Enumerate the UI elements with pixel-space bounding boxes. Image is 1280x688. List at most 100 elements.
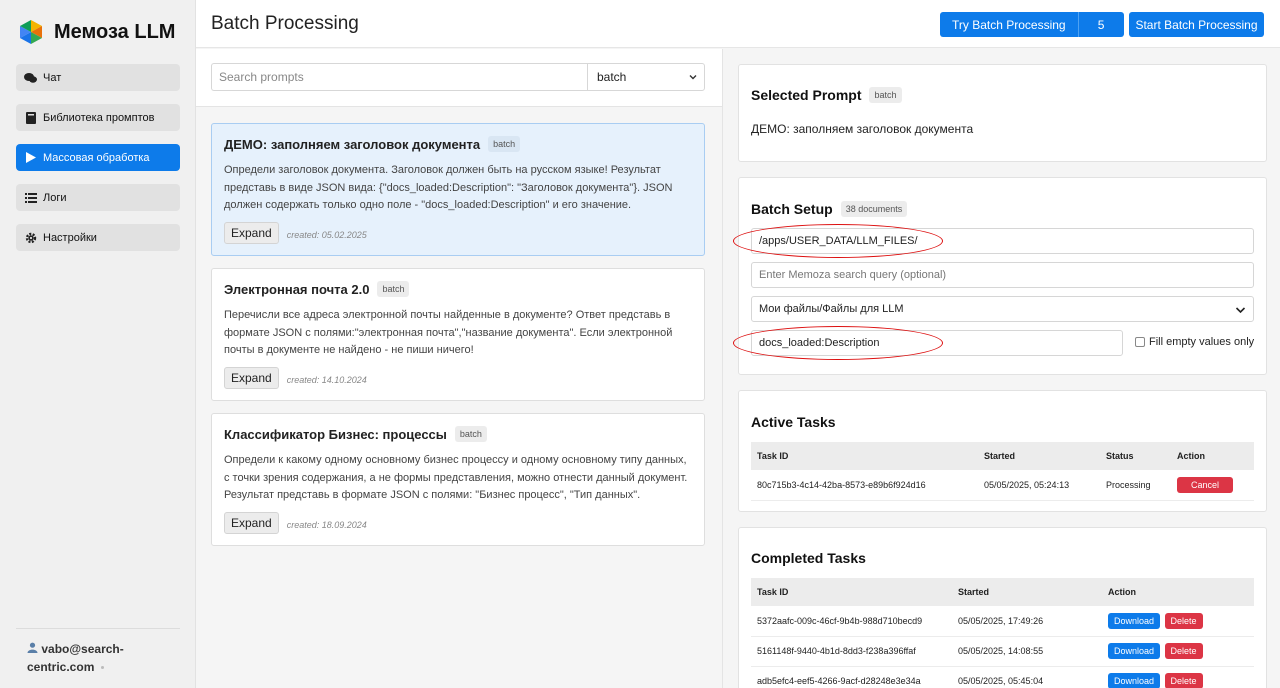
document-count-badge: 38 documents: [840, 201, 908, 217]
active-tasks-panel: Active Tasks Task ID Started Status Acti…: [738, 390, 1267, 512]
cancel-button[interactable]: Cancel: [1177, 476, 1234, 493]
column-header: Action: [1102, 578, 1254, 606]
sidebar-item-chat[interactable]: Чат: [16, 64, 180, 91]
column-header: Task ID: [751, 442, 978, 470]
completed-tasks-heading: Completed Tasks: [751, 550, 866, 566]
prompt-tag-badge: batch: [377, 281, 410, 297]
batch-details-panel: Selected Prompt batch ДЕМО: заполняем за…: [722, 49, 1280, 688]
selected-prompt-panel: Selected Prompt batch ДЕМО: заполняем за…: [738, 64, 1267, 162]
page-header: Batch Processing Try Batch Processing 5 …: [196, 0, 1280, 48]
task-started: 05/05/2025, 17:49:26: [952, 606, 1102, 637]
prompt-card-text: Перечисли все адреса электронной почты н…: [224, 309, 673, 357]
prompt-title-text: ДЕМО: заполняем заголовок документа: [224, 136, 481, 152]
download-button[interactable]: Download: [1108, 673, 1161, 688]
start-batch-button[interactable]: Start Batch Processing: [1129, 12, 1264, 37]
prompt-tag-badge: batch: [488, 136, 521, 152]
user-icon: [27, 642, 41, 656]
logo-icon: [20, 20, 42, 44]
try-count-badge[interactable]: 5: [1078, 12, 1124, 37]
task-id: 80c715b3-4c14-42ba-8573-e89b6f924d16: [751, 470, 978, 501]
fill-empty-option[interactable]: Fill empty values only: [1135, 336, 1254, 348]
task-actions: Download Delete: [1102, 636, 1254, 667]
expand-button[interactable]: Expand: [224, 511, 279, 534]
prompt-card-footer: Expand created: 05.02.2025: [224, 221, 692, 244]
fill-empty-label: Fill empty values only: [1149, 336, 1255, 348]
list-icon: [24, 191, 37, 204]
prompt-card[interactable]: ДЕМО: заполняем заголовок документа batc…: [211, 123, 705, 256]
chat-icon: [24, 71, 37, 84]
selected-prompt-heading: Selected Prompt batch: [751, 87, 902, 103]
filter-select[interactable]: batch: [587, 63, 705, 91]
sidebar-item-batch-processing[interactable]: Массовая обработка: [16, 144, 180, 171]
brand[interactable]: Мемоза LLM: [18, 18, 175, 46]
table-row: adb5efc4-eef5-4266-9acf-d28248e3e34a 05/…: [751, 666, 1254, 688]
table-header: Task ID Started Action: [751, 578, 1254, 606]
field-name-input[interactable]: docs_loaded:Description: [751, 330, 1123, 356]
selected-prompt-name: ДЕМО: заполняем заголовок документа: [751, 122, 974, 136]
sidebar-item-logs[interactable]: Логи: [16, 184, 180, 211]
created-date: created: 14.10.2024: [286, 374, 367, 385]
page-title: Batch Processing: [211, 13, 359, 34]
column-header: Started: [978, 442, 1100, 470]
sidebar-item-label: Библиотека промптов: [43, 111, 155, 124]
task-actions: Download Delete: [1102, 606, 1254, 637]
task-status: Processing: [1100, 470, 1171, 501]
prompt-card-title: Электронная почта 2.0 batch: [224, 281, 692, 297]
expand-button[interactable]: Expand: [224, 221, 279, 244]
completed-tasks-panel: Completed Tasks Task ID Started Action 5…: [738, 527, 1267, 688]
sidebar-item-label: Чат: [43, 71, 62, 84]
prompt-search-bar: Search prompts batch: [196, 49, 722, 107]
expand-button[interactable]: Expand: [224, 366, 279, 389]
sidebar-item-settings[interactable]: Настройки: [16, 224, 180, 251]
table-header: Task ID Started Status Action: [751, 442, 1254, 470]
task-id: 5161148f-9440-4b1d-8dd3-f238a396ffaf: [751, 636, 952, 667]
created-date: created: 05.02.2025: [286, 229, 367, 240]
column-header: Task ID: [751, 578, 952, 606]
download-button[interactable]: Download: [1108, 612, 1161, 629]
prompt-card-footer: Expand created: 18.09.2024: [224, 511, 692, 534]
column-header: Status: [1100, 442, 1171, 470]
table-row: 5161148f-9440-4b1d-8dd3-f238a396ffaf 05/…: [751, 636, 1254, 667]
user-email: vabo@search-centric.com: [27, 642, 124, 674]
prompt-card[interactable]: Классификатор Бизнес: процессы batch Опр…: [211, 413, 705, 546]
sidebar-item-label: Настройки: [43, 231, 97, 244]
table-row: 80c715b3-4c14-42ba-8573-e89b6f924d16 05/…: [751, 470, 1254, 501]
delete-button[interactable]: Delete: [1164, 612, 1203, 629]
task-started: 05/05/2025, 14:08:55: [952, 636, 1102, 667]
task-id: adb5efc4-eef5-4266-9acf-d28248e3e34a: [751, 666, 952, 688]
delete-button[interactable]: Delete: [1164, 643, 1203, 659]
gear-icon: [24, 231, 37, 244]
task-actions: Download Delete: [1102, 666, 1254, 688]
search-query-input[interactable]: Enter Memoza search query (optional): [751, 262, 1254, 288]
search-input[interactable]: Search prompts: [211, 63, 589, 91]
status-dot: [101, 666, 105, 670]
prompt-card-footer: Expand created: 14.10.2024: [224, 366, 692, 389]
try-batch-button[interactable]: Try Batch Processing: [940, 12, 1079, 37]
folder-select[interactable]: Мои файлы/Файлы для LLM: [751, 296, 1254, 322]
task-id: 5372aafc-009c-46cf-9b4b-988d710becd9: [751, 606, 952, 637]
delete-button[interactable]: Delete: [1164, 673, 1203, 688]
prompt-card-title: Классификатор Бизнес: процессы batch: [224, 426, 692, 442]
prompt-card[interactable]: Электронная почта 2.0 batch Перечисли вс…: [211, 268, 705, 401]
try-batch-group: Try Batch Processing 5: [940, 12, 1124, 37]
column-header: Action: [1171, 442, 1254, 470]
path-input[interactable]: /apps/USER_DATA/LLM_FILES/: [751, 228, 1254, 254]
user-account[interactable]: vabo@search-centric.com: [27, 640, 177, 676]
folder-value: Мои файлы/Файлы для LLM: [759, 303, 904, 315]
prompt-tag-badge: batch: [454, 426, 487, 442]
column-header: Started: [952, 578, 1102, 606]
completed-tasks-table: Task ID Started Action 5372aafc-009c-46c…: [751, 578, 1254, 688]
prompt-list-panel: Search prompts batch ДЕМО: заполняем заг…: [196, 49, 722, 688]
sidebar-item-prompt-library[interactable]: Библиотека промптов: [16, 104, 180, 131]
download-button[interactable]: Download: [1108, 643, 1161, 659]
chevron-down-icon: [689, 75, 697, 80]
active-tasks-heading: Active Tasks: [751, 414, 836, 430]
prompt-title-text: Классификатор Бизнес: процессы: [224, 426, 447, 442]
task-action: Cancel: [1171, 470, 1254, 501]
task-started: 05/05/2025, 05:45:04: [952, 666, 1102, 688]
active-tasks-table: Task ID Started Status Action 80c715b3-4…: [751, 442, 1254, 501]
selected-prompt-heading-text: Selected Prompt: [751, 87, 862, 103]
chevron-down-icon: [1235, 307, 1246, 314]
fill-empty-checkbox[interactable]: [1135, 337, 1145, 347]
created-date: created: 18.09.2024: [286, 519, 367, 530]
